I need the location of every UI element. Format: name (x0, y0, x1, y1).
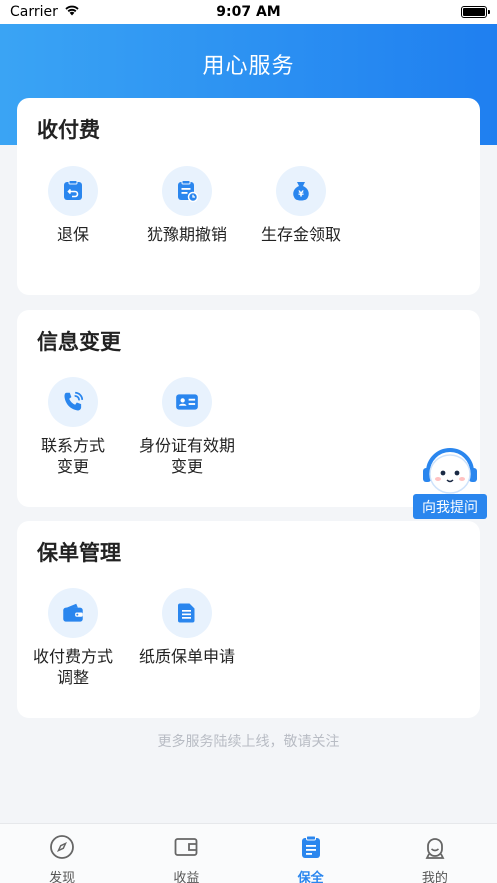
section-title: 保单管理 (37, 541, 121, 565)
id-card-icon (162, 377, 212, 427)
status-time: 9:07 AM (216, 4, 281, 20)
tab-mine[interactable]: 我的 (373, 824, 497, 883)
service-label: 退保 (56, 225, 89, 244)
carrier-label: Carrier (10, 4, 58, 20)
service-cooling-off-cancel[interactable]: 犹豫期撤销 (131, 166, 243, 245)
service-contact-change[interactable]: 联系方式 变更 (17, 377, 129, 477)
service-label: 生存金领取 (260, 225, 341, 244)
tab-discover[interactable]: 发现 (0, 824, 124, 883)
tab-bar: 发现 收益 保全 我的 (0, 823, 497, 883)
battery-icon (461, 6, 490, 18)
ask-assistant-button[interactable]: 向我提问 (412, 442, 487, 520)
user-icon (422, 834, 448, 864)
service-label: 收付费方式 调整 (32, 647, 113, 687)
service-label: 联系方式 变更 (40, 436, 105, 476)
status-bar: Carrier 9:07 AM (0, 0, 497, 24)
service-label: 犹豫期撤销 (146, 225, 227, 244)
assistant-label: 向我提问 (413, 494, 487, 519)
section-title: 信息变更 (37, 330, 121, 354)
compass-icon (49, 834, 75, 864)
tab-preservation[interactable]: 保全 (249, 824, 373, 883)
tab-earnings[interactable]: 收益 (124, 824, 248, 883)
service-paper-policy-request[interactable]: 纸质保单申请 (131, 588, 243, 667)
assistant-mascot-icon (418, 442, 482, 502)
cancel-clipboard-icon (162, 166, 212, 216)
card-policy-management: 保单管理 收付费方式 调整 纸质保单申请 (17, 521, 480, 718)
card-payments: 收付费 退保 犹豫期撤销 ¥ 生存金领取 (17, 98, 480, 295)
service-id-validity-change[interactable]: 身份证有效期 变更 (131, 377, 243, 477)
clipboard-icon (298, 834, 324, 864)
money-bag-icon: ¥ (276, 166, 326, 216)
tab-label: 发现 (49, 871, 76, 883)
service-payment-method-adjust[interactable]: 收付费方式 调整 (17, 588, 129, 688)
phone-icon (48, 377, 98, 427)
page-title: 用心服务 (202, 54, 295, 79)
service-surrender[interactable]: 退保 (17, 166, 129, 245)
footer-note: 更多服务陆续上线，敬请关注 (157, 734, 340, 750)
service-label: 纸质保单申请 (138, 647, 235, 666)
tab-label: 保全 (297, 871, 324, 883)
wifi-icon (64, 4, 80, 20)
tab-label: 收益 (173, 871, 200, 883)
wallet-outline-icon (173, 834, 199, 864)
section-title: 收付费 (37, 118, 100, 142)
service-label: 身份证有效期 变更 (138, 436, 235, 476)
tab-label: 我的 (421, 871, 448, 883)
service-survival-benefit[interactable]: ¥ 生存金领取 (245, 166, 357, 245)
refund-icon (48, 166, 98, 216)
svg-text:¥: ¥ (298, 190, 304, 199)
wallet-icon (48, 588, 98, 638)
card-info-change: 信息变更 联系方式 变更 身份证有效期 变更 (17, 310, 480, 507)
document-icon (162, 588, 212, 638)
